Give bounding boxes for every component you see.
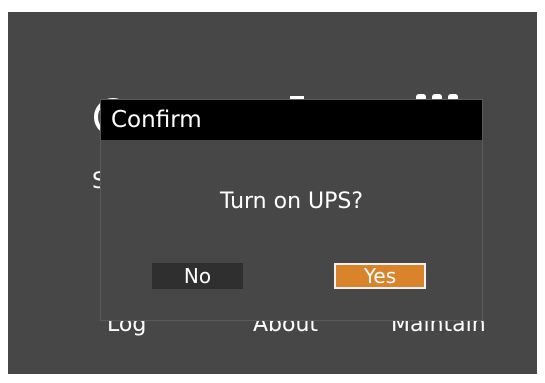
ups-display-screen: S Log About Maintain Confirm Turn on UPS… [8,12,537,374]
confirm-dialog: Confirm Turn on UPS? No Yes [100,99,483,321]
dialog-title: Confirm [101,100,482,140]
dialog-message: Turn on UPS? [219,189,364,214]
no-button[interactable]: No [152,263,243,289]
yes-button[interactable]: Yes [334,263,426,289]
